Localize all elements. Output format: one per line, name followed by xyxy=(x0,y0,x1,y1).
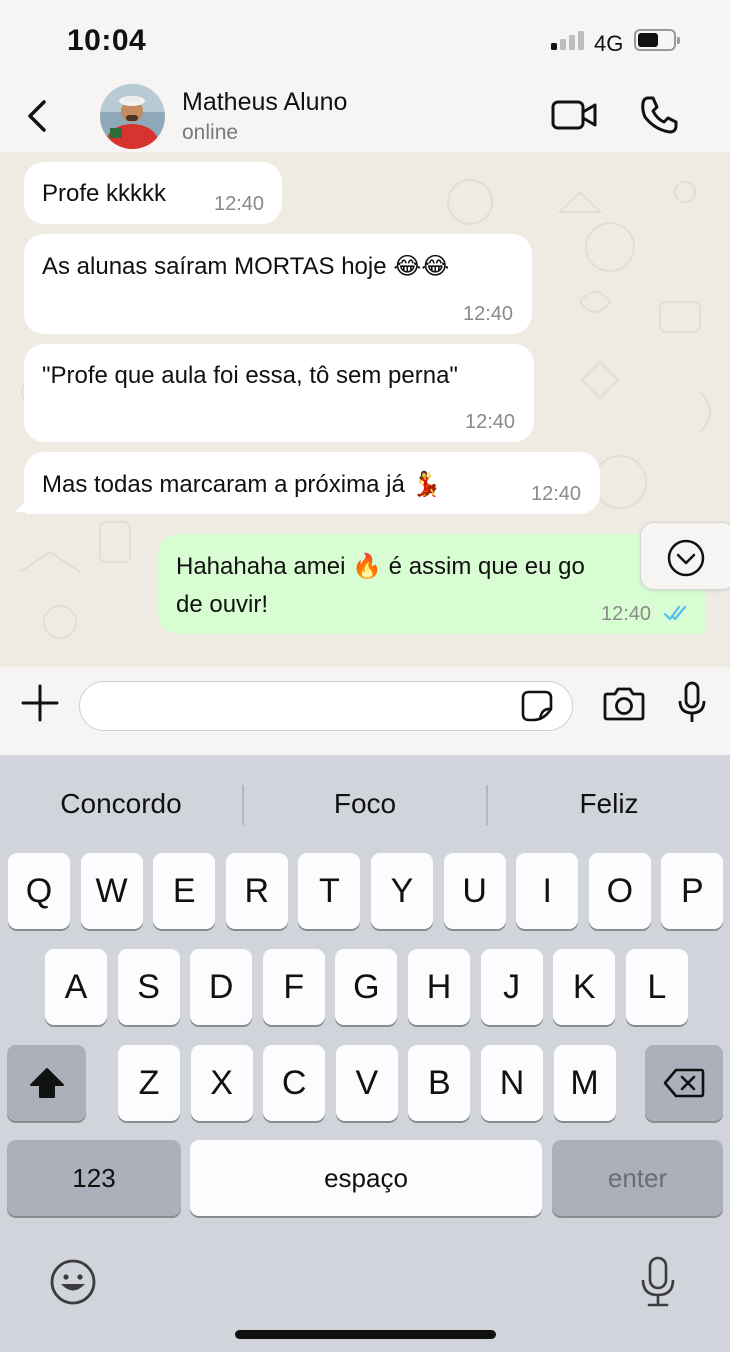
message-text: Mas todas marcaram a próxima já 💃 xyxy=(42,471,442,498)
contact-name[interactable]: Matheus Aluno xyxy=(182,88,347,117)
key-o[interactable]: O xyxy=(588,853,651,929)
message-text: "Profe que aula foi essa, tô sem perna" xyxy=(42,362,458,389)
key-x[interactable]: X xyxy=(190,1045,253,1121)
message-time: 12:40 xyxy=(601,603,652,625)
key-y[interactable]: Y xyxy=(371,853,433,929)
backspace-icon xyxy=(663,1068,705,1098)
suggestion-divider xyxy=(486,785,488,825)
voice-message-button[interactable] xyxy=(676,681,708,725)
status-time: 10:04 xyxy=(67,24,147,57)
key-f[interactable]: F xyxy=(262,949,325,1025)
shift-icon xyxy=(29,1068,64,1098)
space-key[interactable]: espaço xyxy=(190,1140,542,1216)
key-d[interactable]: D xyxy=(190,949,253,1025)
key-v[interactable]: V xyxy=(335,1045,398,1121)
key-z[interactable]: Z xyxy=(118,1045,180,1121)
suggestion-1[interactable]: Concordo xyxy=(21,788,221,820)
phone-icon xyxy=(641,96,678,134)
contact-avatar[interactable] xyxy=(100,84,165,149)
key-b[interactable]: B xyxy=(408,1045,471,1121)
message-bubble-incoming[interactable]: Mas todas marcaram a próxima já 💃 12:40 xyxy=(24,452,600,514)
key-c[interactable]: C xyxy=(263,1045,326,1121)
message-text: As alunas saíram MORTAS hoje 😂😂 xyxy=(42,253,450,280)
contact-status: online xyxy=(182,121,239,144)
sticker-icon xyxy=(521,690,553,722)
key-n[interactable]: N xyxy=(481,1045,543,1121)
suggestion-2[interactable]: Foco xyxy=(265,788,465,820)
plus-icon xyxy=(21,684,59,722)
key-e[interactable]: E xyxy=(153,853,216,929)
key-l[interactable]: L xyxy=(625,949,688,1025)
message-composer xyxy=(0,667,730,755)
microphone-icon xyxy=(678,681,706,722)
key-i[interactable]: I xyxy=(516,853,579,929)
back-button[interactable] xyxy=(22,94,56,138)
key-a[interactable]: A xyxy=(45,949,107,1025)
message-time: 12:40 xyxy=(214,193,265,215)
message-input[interactable] xyxy=(79,681,573,731)
video-call-button[interactable] xyxy=(550,98,600,134)
attach-button[interactable] xyxy=(20,683,60,723)
camera-icon xyxy=(603,687,645,721)
message-bubble-outgoing[interactable]: Hahahaha amei 🔥 é assim que eu go de ouv… xyxy=(158,534,706,634)
emoji-icon xyxy=(50,1259,96,1305)
key-k[interactable]: K xyxy=(553,949,616,1025)
suggestion-3[interactable]: Feliz xyxy=(509,788,709,820)
suggestion-bar: Concordo Foco Feliz xyxy=(0,755,730,855)
key-w[interactable]: W xyxy=(80,853,143,929)
sticker-button[interactable] xyxy=(520,689,554,723)
numbers-key[interactable]: 123 xyxy=(7,1140,181,1216)
message-time: 12:40 xyxy=(463,303,514,325)
home-indicator[interactable] xyxy=(235,1330,496,1339)
key-u[interactable]: U xyxy=(443,853,506,929)
emoji-keyboard-button[interactable] xyxy=(48,1257,98,1307)
message-bubble-incoming[interactable]: Profe kkkkk 12:40 xyxy=(24,162,282,224)
key-t[interactable]: T xyxy=(298,853,361,929)
key-q[interactable]: Q xyxy=(8,853,70,929)
dictation-icon xyxy=(641,1256,675,1307)
scroll-to-bottom-button[interactable] xyxy=(640,522,730,590)
message-text: Profe kkkkk xyxy=(42,180,167,207)
chevron-down-icon xyxy=(667,539,705,577)
keyboard: Concordo Foco Feliz QWERTYUIOP ASDFGHJKL… xyxy=(0,755,730,1352)
battery-icon xyxy=(634,29,680,51)
chat-area[interactable]: Profe kkkkk 12:40 As alunas saíram MORTA… xyxy=(0,152,730,667)
status-bar: 10:04 4G xyxy=(0,0,730,80)
back-chevron-icon xyxy=(28,100,46,132)
message-text-line-1: Hahahaha amei 🔥 é assim que eu go xyxy=(176,553,585,580)
network-type: 4G xyxy=(594,31,624,56)
suggestion-divider xyxy=(242,785,244,825)
voice-call-button[interactable] xyxy=(638,94,680,136)
message-bubble-incoming[interactable]: As alunas saíram MORTAS hoje 😂😂 12:40 xyxy=(24,234,532,334)
shift-key[interactable] xyxy=(7,1045,86,1121)
key-h[interactable]: H xyxy=(408,949,470,1025)
chat-header: Matheus Aluno online xyxy=(0,80,730,152)
backspace-key[interactable] xyxy=(645,1045,723,1121)
message-time: 12:40 xyxy=(531,483,582,505)
signal-strength-icon xyxy=(551,30,585,50)
message-text-line-2: de ouvir! xyxy=(176,591,269,618)
video-call-icon xyxy=(551,100,597,130)
message-time: 12:40 xyxy=(465,411,516,433)
key-r[interactable]: R xyxy=(225,853,288,929)
key-m[interactable]: M xyxy=(553,1045,616,1121)
key-s[interactable]: S xyxy=(117,949,180,1025)
key-p[interactable]: P xyxy=(661,853,724,929)
camera-button[interactable] xyxy=(602,685,646,723)
key-g[interactable]: G xyxy=(335,949,398,1025)
dictation-button[interactable] xyxy=(638,1255,678,1309)
enter-key[interactable]: enter xyxy=(552,1140,723,1216)
key-j[interactable]: J xyxy=(480,949,543,1025)
message-bubble-incoming[interactable]: "Profe que aula foi essa, tô sem perna" … xyxy=(24,344,534,442)
read-receipt-icon xyxy=(663,605,687,621)
